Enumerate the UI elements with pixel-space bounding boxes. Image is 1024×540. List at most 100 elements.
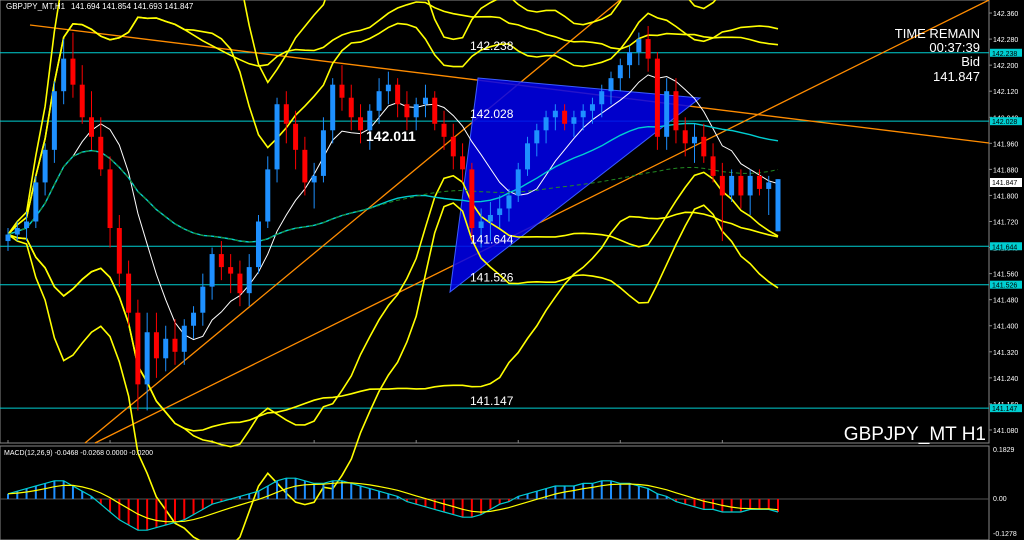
y-tick-label: 141.400 <box>993 324 1018 331</box>
macd-bar <box>767 499 770 510</box>
candle-bull <box>265 169 271 222</box>
candle-bear <box>302 149 308 183</box>
macd-bar <box>276 480 279 499</box>
macd-bar <box>322 483 325 499</box>
candle-bull <box>5 234 11 242</box>
candle-bear <box>460 156 466 170</box>
candle-bull <box>580 110 586 118</box>
macd-bar <box>610 480 613 499</box>
candle-bear <box>228 267 234 274</box>
price-axis: 142.360142.280142.200142.120142.040141.9… <box>989 11 1022 435</box>
macd-scale-label: -0.1278 <box>993 531 1017 538</box>
macd-bar <box>628 483 631 499</box>
candle-bull <box>534 130 540 144</box>
level-label: 141.147 <box>470 394 514 408</box>
candle-bull <box>515 169 521 196</box>
macd-bar <box>25 488 28 499</box>
macd-bar <box>582 483 585 499</box>
candle-bull <box>51 91 57 150</box>
y-tick-label: 142.280 <box>993 37 1018 44</box>
candle-bull <box>775 179 781 232</box>
level-label: 142.028 <box>470 107 514 121</box>
level-label: 142.238 <box>470 39 514 53</box>
macd-bar <box>637 486 640 499</box>
candle-bull <box>617 65 623 79</box>
macd-bar <box>350 483 353 499</box>
macd-bar <box>758 499 761 510</box>
y-tick-label: 141.880 <box>993 167 1018 174</box>
candle-bull <box>42 149 48 183</box>
y-tick-label: 141.240 <box>993 376 1018 383</box>
candle-bull <box>330 84 336 131</box>
candle-bull <box>589 104 595 111</box>
macd-scale-label: 0.00 <box>993 496 1007 503</box>
macd-bar <box>109 499 112 512</box>
y-tick-label: 141.320 <box>993 350 1018 357</box>
candle-bull <box>33 182 39 222</box>
macd-axis: 0.1829 0.00 -0.1278 <box>993 447 1017 538</box>
annotation-label: 142.011 <box>366 128 416 144</box>
macd-bar <box>34 486 37 499</box>
macd-bar <box>340 480 343 499</box>
y-tick-label: 141.720 <box>993 220 1018 227</box>
macd-bar <box>183 499 186 520</box>
candle-bear <box>283 104 289 124</box>
macd-bar <box>313 483 316 499</box>
y-tick-label: 141.800 <box>993 193 1018 200</box>
macd-bar <box>294 478 297 499</box>
candle-bull <box>506 195 512 209</box>
macd-bar <box>359 486 362 499</box>
candle-bull <box>664 91 670 137</box>
macd-bar <box>266 486 269 499</box>
level-tag: 142.028 <box>992 119 1017 126</box>
candle-bull <box>729 175 735 196</box>
y-tick-label: 142.360 <box>993 11 1018 18</box>
candle-bull <box>14 228 20 235</box>
candle-bear <box>339 84 345 98</box>
candle-bull <box>422 97 428 105</box>
candle-bear <box>88 117 94 137</box>
macd-bar <box>257 491 260 499</box>
candle-bull <box>636 39 642 53</box>
candle-bull <box>61 58 67 92</box>
macd-panel-frame <box>0 445 990 540</box>
candle-bull <box>385 84 391 92</box>
macd-bar <box>81 491 84 499</box>
candle-bull <box>181 325 187 352</box>
macd-bar <box>647 488 650 499</box>
macd-bar <box>739 499 742 512</box>
y-tick-label: 141.080 <box>993 428 1018 435</box>
time-remain-label: TIME REMAIN <box>895 26 980 41</box>
macd-bar <box>7 493 9 499</box>
candle-bull <box>24 221 30 229</box>
macd-bar <box>470 499 473 518</box>
candle-bear <box>70 58 76 85</box>
macd-bar <box>554 486 557 499</box>
candle-bull <box>274 104 280 170</box>
current-price-tag: 141.847 <box>992 180 1017 187</box>
candle-bull <box>413 104 419 118</box>
macd-bar <box>693 499 696 507</box>
macd-bar <box>201 499 204 510</box>
candle-bull <box>376 91 382 111</box>
candle-bull <box>747 175 753 196</box>
candle-bull <box>766 182 772 189</box>
macd-bar <box>461 499 464 518</box>
macd-bar <box>71 486 74 499</box>
macd-bar <box>749 499 752 510</box>
macd-scale-label: 0.1829 <box>993 447 1015 454</box>
candle-bear <box>107 169 113 229</box>
macd-bar <box>591 483 594 499</box>
candle-bull <box>692 136 698 144</box>
candle-bull <box>478 221 484 229</box>
candle-bull <box>571 117 577 124</box>
candle-bear <box>153 332 159 359</box>
candle-bear <box>710 156 716 176</box>
y-tick-label: 141.560 <box>993 272 1018 279</box>
candle-bear <box>645 39 651 59</box>
candle-bear <box>682 130 688 144</box>
time-remain-value: 00:37:39 <box>929 40 980 55</box>
candle-bull <box>320 130 326 176</box>
candle-bull <box>487 214 493 222</box>
level-tag: 141.526 <box>992 283 1017 290</box>
